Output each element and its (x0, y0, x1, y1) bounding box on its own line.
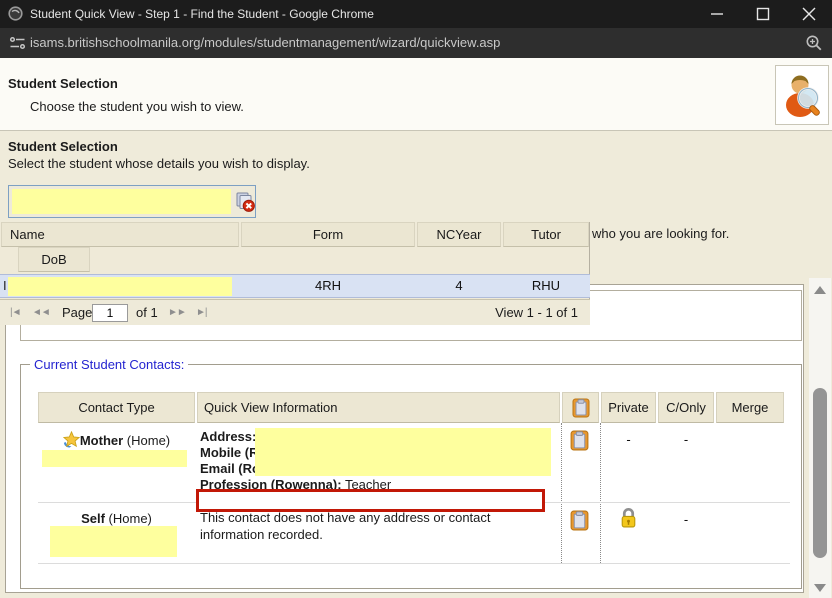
wizard-step-icon-box (775, 65, 829, 125)
pager-view-status: View 1 - 1 of 1 (495, 300, 578, 326)
url-text[interactable]: isams.britishschoolmanila.org/modules/st… (30, 28, 500, 58)
col-header-merge: Merge (716, 392, 784, 423)
annotation-highlight-box (196, 489, 545, 512)
current-contacts-legend: Current Student Contacts: (30, 357, 188, 372)
selection-heading: Student Selection (8, 139, 118, 154)
scroll-down-icon[interactable] (814, 584, 826, 592)
minimize-button[interactable] (694, 0, 740, 28)
contact-location: (Home) (123, 433, 170, 448)
close-button[interactable] (786, 0, 832, 28)
name-fragment: I (3, 278, 7, 293)
col-header-conly: C/Only (658, 392, 714, 423)
no-contact-info-message: This contact does not have any address o… (200, 509, 548, 543)
maximize-button[interactable] (740, 0, 786, 28)
vertical-scrollbar[interactable] (809, 278, 831, 598)
wizard-banner: Student Selection Choose the student you… (0, 58, 832, 131)
contact-relation: Self (81, 511, 105, 526)
grid-header-dob[interactable]: DoB (18, 247, 90, 272)
banner-title: Student Selection (8, 76, 118, 91)
site-settings-icon[interactable] (9, 36, 26, 53)
column-divider (561, 423, 562, 563)
grid-header-form[interactable]: Form (241, 222, 415, 247)
contact-type-mother: Mother (Home) (38, 431, 195, 448)
pager-first-icon[interactable]: |◄ (10, 300, 21, 326)
scrollbar-thumb[interactable] (813, 388, 827, 558)
cell-form: 4RH (241, 278, 415, 293)
col-header-notes (562, 392, 599, 423)
private-lock-self (601, 507, 656, 531)
banner-subtitle: Choose the student you wish to view. (30, 99, 244, 114)
redacted-contact-details (255, 428, 551, 476)
clipboard-icon (569, 510, 590, 531)
contact-notes-button[interactable] (569, 510, 590, 534)
address-bar[interactable]: isams.britishschoolmanila.org/modules/st… (0, 28, 832, 58)
conly-flag-mother: - (658, 432, 714, 447)
close-icon (802, 7, 816, 21)
student-search-widget (8, 185, 256, 218)
contact-location: (Home) (105, 511, 152, 526)
col-header-quick-view: Quick View Information (197, 392, 560, 423)
search-results-grid: Name Form NCYear Tutor DoB I 4RH 4 RHU |… (0, 222, 590, 325)
pager-next-icon[interactable]: ►► (168, 300, 186, 326)
scroll-up-icon[interactable] (814, 286, 826, 294)
col-header-private: Private (601, 392, 656, 423)
title-bar: Student Quick View - Step 1 - Find the S… (0, 0, 832, 28)
contact-relation: Mother (80, 433, 123, 448)
contact-type-self: Self (Home) (38, 511, 195, 526)
browser-window: Student Quick View - Step 1 - Find the S… (0, 0, 832, 598)
pager-of-label: of 1 (136, 300, 158, 326)
student-search-input[interactable] (12, 189, 231, 214)
contact-notes-button[interactable] (569, 430, 590, 454)
page-favicon (8, 6, 23, 24)
col-header-contact-type: Contact Type (38, 392, 195, 423)
grid-header-tutor[interactable]: Tutor (503, 222, 589, 247)
background-helper-text: who you are looking for. (592, 226, 729, 241)
grid-header-name[interactable]: Name (1, 222, 239, 247)
clipboard-icon (571, 398, 591, 418)
grid-pager: |◄ ◄◄ Page of 1 ►► ►| View 1 - 1 of 1 (0, 299, 590, 325)
lock-icon (619, 507, 638, 528)
email-label: Email (Ro (200, 461, 260, 477)
pager-page-label: Page (62, 300, 92, 326)
window-title: Student Quick View - Step 1 - Find the S… (30, 0, 374, 28)
pager-last-icon[interactable]: ►| (196, 300, 207, 326)
minimize-icon (710, 7, 724, 21)
pager-page-input[interactable] (92, 304, 128, 322)
maximize-icon (756, 7, 770, 21)
private-flag-mother: - (601, 432, 656, 447)
grid-header-ncyear[interactable]: NCYear (417, 222, 501, 247)
selection-instruction: Select the student whose details you wis… (8, 156, 310, 171)
mobile-label: Mobile (R (200, 445, 259, 461)
priority-star-icon (63, 431, 80, 448)
address-label: Address: (200, 429, 256, 445)
table-bottom-border (38, 563, 790, 564)
conly-flag-self: - (658, 512, 714, 527)
redacted-contact-name (42, 450, 187, 467)
cell-ncyear: 4 (417, 278, 501, 293)
cell-tutor: RHU (503, 278, 589, 293)
zoom-icon[interactable] (805, 34, 823, 55)
redacted-contact-name (50, 526, 177, 557)
clear-search-icon[interactable] (235, 192, 255, 215)
pager-prev-icon[interactable]: ◄◄ (32, 300, 50, 326)
clipboard-icon (569, 430, 590, 451)
find-student-icon (781, 72, 823, 118)
student-result-row[interactable]: I 4RH 4 RHU (0, 274, 590, 298)
redacted-student-name (8, 277, 232, 296)
